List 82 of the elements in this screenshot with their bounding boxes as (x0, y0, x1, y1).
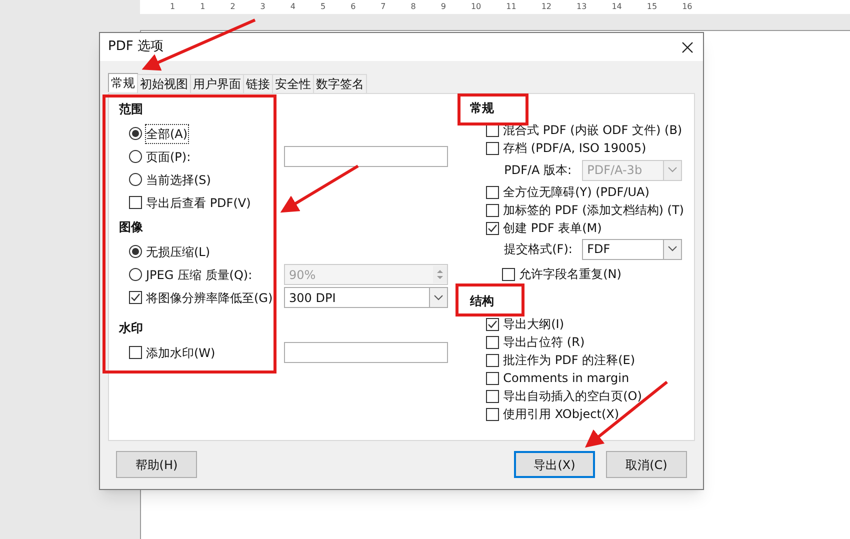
text-field[interactable] (284, 342, 448, 363)
checked-checkbox[interactable] (486, 222, 500, 234)
tab[interactable]: 初始视图 (137, 74, 191, 93)
ruler-number: 3 (260, 1, 266, 13)
option-label[interactable]: 导出后查看 PDF(V) (146, 194, 251, 212)
option-label[interactable]: 导出占位符 (R) (503, 333, 585, 351)
option-label[interactable]: 导出大纲(I) (503, 315, 564, 333)
highlight-frame (458, 94, 528, 126)
ruler-number: 2 (230, 1, 236, 13)
ruler-number: 7 (380, 1, 386, 13)
ruler-number: 1 (170, 1, 176, 13)
checkbox[interactable] (486, 390, 500, 402)
text-field[interactable] (284, 146, 448, 167)
chevron-down-icon (434, 294, 443, 300)
option-label[interactable]: 页面(P): (146, 148, 191, 166)
ruler-number: 11 (506, 1, 516, 13)
tab[interactable]: 常规 (108, 73, 138, 92)
ruler-number: 13 (576, 1, 587, 13)
option-label[interactable]: 导出自动插入的空白页(O) (503, 387, 642, 405)
radio-button[interactable] (129, 150, 142, 163)
checkbox[interactable] (486, 204, 500, 216)
option-label[interactable]: 允许字段名重复(N) (519, 265, 622, 283)
checkbox[interactable] (486, 336, 500, 348)
checkbox[interactable] (129, 346, 142, 359)
tab[interactable]: 安全性 (272, 74, 314, 93)
option-label[interactable]: 创建 PDF 表单(M) (503, 219, 602, 237)
window-title: PDF 选项 (108, 38, 164, 56)
option-label[interactable]: 存档 (PDF/A, ISO 19005) (503, 139, 646, 157)
option-label[interactable]: 当前选择(S) (146, 170, 211, 188)
checkbox[interactable] (502, 268, 516, 280)
checkbox[interactable] (486, 408, 500, 420)
tab[interactable]: 数字签名 (313, 74, 367, 93)
option-label[interactable]: JPEG 压缩 质量(Q): (146, 266, 252, 284)
radio-button[interactable] (129, 268, 142, 281)
ruler-number: 1 (200, 1, 206, 13)
highlight-frame (456, 284, 524, 316)
option-label[interactable]: 全方位无障碍(Y) (PDF/UA) (503, 183, 650, 201)
checkbox[interactable] (486, 372, 500, 384)
section-heading: 水印 (119, 320, 143, 337)
ruler-number: 9 (440, 1, 446, 13)
dropdown[interactable]: 300 DPI (284, 287, 448, 308)
checkbox[interactable] (129, 196, 142, 209)
dropdown[interactable]: FDF (582, 238, 682, 260)
ruler-number: 14 (612, 1, 622, 13)
close-icon[interactable] (682, 42, 693, 52)
section-heading: 范围 (119, 101, 143, 118)
selected-radio-button[interactable] (129, 245, 142, 258)
dialog-button[interactable]: 导出(X) (514, 451, 595, 478)
dialog-button[interactable]: 取消(C) (606, 451, 687, 478)
ruler-number: 6 (350, 1, 356, 13)
option-label[interactable]: 加标签的 PDF (添加文档结构) (T) (503, 201, 684, 219)
option-label[interactable]: 使用引用 XObject(X) (503, 405, 620, 423)
option-label[interactable]: 添加水印(W) (146, 344, 216, 362)
option-label[interactable]: Comments in margin (503, 369, 630, 387)
section-heading: 图像 (119, 219, 143, 236)
ruler-number: 5 (320, 1, 326, 13)
ruler-number: 4 (290, 1, 296, 13)
selected-radio-button[interactable] (129, 127, 142, 140)
checked-checkbox[interactable] (486, 318, 500, 330)
checkbox[interactable] (486, 142, 500, 154)
ruler-number: 16 (682, 1, 692, 13)
option-label[interactable]: 将图像分辨率降低至(G) (146, 288, 273, 306)
checked-checkbox[interactable] (129, 291, 142, 304)
spinner-arrows-icon (433, 266, 447, 283)
option-label[interactable]: 全部(A) (146, 124, 188, 142)
field-label: 提交格式(F): (504, 241, 574, 258)
tab[interactable]: 链接 (243, 74, 273, 93)
option-label[interactable]: 批注作为 PDF 的注释(E) (503, 351, 636, 369)
ruler-number: 15 (646, 1, 658, 13)
field-label: PDF/A 版本: (504, 162, 573, 179)
chevron-down-icon (668, 246, 678, 252)
checkbox[interactable] (486, 354, 500, 366)
radio-button[interactable] (129, 173, 142, 186)
section-heading: 结构 (470, 293, 494, 310)
section-heading: 常规 (470, 100, 494, 116)
chevron-down-icon (668, 167, 678, 173)
checkbox[interactable] (486, 186, 500, 198)
option-label[interactable]: 无损压缩(L) (146, 242, 210, 260)
ruler-number: 10 (470, 1, 482, 13)
ruler-number: 8 (410, 1, 416, 13)
dialog-button[interactable]: 帮助(H) (116, 451, 197, 478)
ruler-number: 12 (541, 1, 552, 13)
